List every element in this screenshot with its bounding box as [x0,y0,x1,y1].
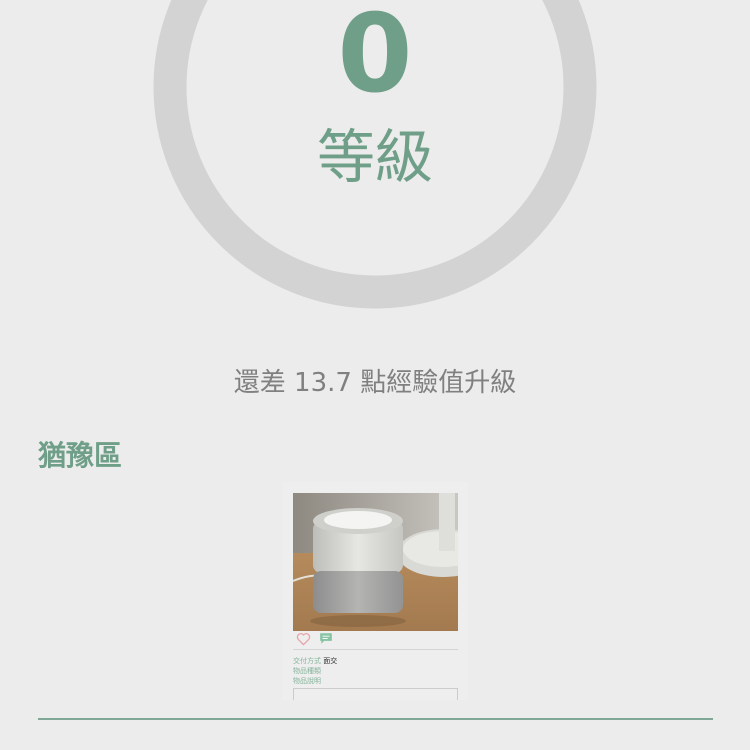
item-type-row: 物品種類 [293,667,321,676]
level-number: 0 [337,0,413,117]
post-photo[interactable] [293,493,458,631]
post-actions [296,632,333,648]
speaker-photo-image [293,493,458,631]
card-divider [293,649,458,650]
delivery-method-value: 面交 [323,657,338,665]
item-description-box [293,688,458,700]
heart-outline-icon[interactable] [296,632,311,646]
section-title: 猶豫區 [38,439,123,472]
chat-bubble-icon[interactable] [319,632,333,645]
exp-remaining-text: 還差 13.7 點經驗值升級 [233,368,517,398]
item-type-label: 物品種類 [293,667,321,675]
item-description-label: 物品說明 [293,677,321,685]
delivery-method-row: 交付方式 面交 [293,657,337,666]
level-label: 等級 [316,123,433,191]
delivery-method-label: 交付方式 [293,657,321,665]
section-bottom-divider [38,718,713,720]
post-card[interactable]: 交付方式 面交 物品種類 物品說明 [282,482,468,700]
item-description-row: 物品說明 [293,677,321,686]
